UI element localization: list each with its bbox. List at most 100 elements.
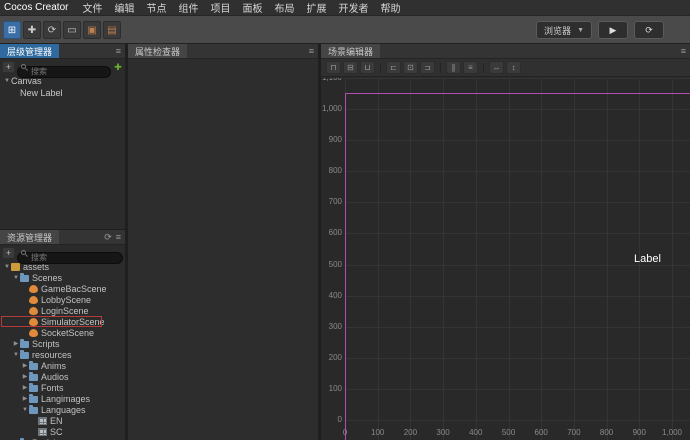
vertical-splitter[interactable] [125,44,128,440]
x-tick-label: 200 [403,428,418,437]
align-right-icon[interactable]: ⊐ [420,61,435,74]
align-left-icon[interactable]: ⊏ [386,61,401,74]
rect-tool-icon[interactable]: ▭ [63,21,81,39]
menu-item-6[interactable]: 面板 [236,0,268,15]
menu-item-1[interactable]: 文件 [76,0,108,15]
preview-target-dropdown[interactable]: 浏览器 ▼ [536,21,592,39]
menu-item-9[interactable]: 开发者 [332,0,374,15]
asset-item-languages[interactable]: ▼ Languages [0,404,125,415]
open-project-icon[interactable]: ▣ [83,21,101,39]
asset-item-simulatorscene[interactable]: SimulatorScene [0,316,125,327]
gridline-horizontal [345,420,690,421]
panel-menu-icon[interactable]: ≡ [116,232,121,242]
expand-arrow-icon[interactable]: ▶ [21,395,29,402]
create-asset-button[interactable]: + [2,247,15,259]
asset-item-scripts[interactable]: ▶ Scripts [0,338,125,349]
menu-item-4[interactable]: 组件 [172,0,204,15]
menu-item-5[interactable]: 项目 [204,0,236,15]
gridline-vertical [541,78,543,440]
refresh-button[interactable]: ⟳ [634,21,664,39]
menu-item-3[interactable]: 节点 [140,0,172,15]
item-label: GameBacScene [41,283,107,294]
scene-node-label[interactable]: Label [634,253,661,265]
asset-item-scenes[interactable]: ▼ Scenes [0,272,125,283]
vertical-splitter[interactable] [318,44,321,440]
match-height-icon[interactable]: ↕ [506,61,521,74]
item-label: Scripts [32,338,60,349]
align-bottom-icon[interactable]: ⊔ [360,61,375,74]
gridline-vertical [377,78,379,440]
create-node-button[interactable]: + [2,61,15,73]
build-icon[interactable]: ▤ [103,21,121,39]
search-icon [21,250,26,255]
move-tool-icon[interactable]: ✚ [23,21,41,39]
asset-item-langimages[interactable]: ▶ Langimages [0,393,125,404]
collapse-arrow-icon[interactable]: ▼ [12,352,20,358]
menu-item-10[interactable]: 帮助 [374,0,406,15]
asset-item-sc[interactable]: SC [0,426,125,437]
tab-inspector-label: 属性检查器 [135,46,181,57]
collapse-arrow-icon[interactable]: ▼ [3,264,11,270]
item-label: Canvas [11,76,42,86]
tab-scene[interactable]: 场景编辑器 [321,44,381,58]
asset-item-loginscene[interactable]: LoginScene [0,305,125,316]
collapse-arrow-icon[interactable]: ▼ [3,78,11,84]
tab-hierarchy-label: 层级管理器 [7,46,53,57]
horizontal-splitter[interactable] [0,229,125,230]
hierarchy-node-canvas[interactable]: ▼ Canvas [0,75,125,87]
expand-arrow-icon[interactable]: ▶ [21,362,29,369]
align-top-icon[interactable]: ⊓ [326,61,341,74]
y-tick-label: 0 [337,415,342,424]
panel-menu-icon[interactable]: ≡ [116,46,121,56]
assets-search-row: + [0,245,125,264]
asset-item-assets[interactable]: ▼ assets [0,261,125,272]
panel-menu-icon[interactable]: ≡ [309,46,314,56]
asset-item-en[interactable]: EN [0,415,125,426]
scene-bounds-top-border [345,93,690,94]
asset-item-socketscene[interactable]: SocketScene [0,327,125,338]
expand-arrow-icon[interactable]: ▶ [21,373,29,380]
scene-canvas[interactable]: Label 01002003004005006007008009001,0000… [321,78,690,440]
item-label: Audios [41,371,69,382]
tab-assets[interactable]: 资源管理器 [0,230,60,244]
quick-create-icon[interactable]: ✚ [113,62,123,73]
asset-item-anims[interactable]: ▶ Anims [0,360,125,371]
folder-icon [20,338,29,348]
x-tick-label: 1,000 [661,428,683,437]
scene-icon [29,328,38,337]
asset-item-fonts[interactable]: ▶ Fonts [0,382,125,393]
gridline-horizontal [345,388,690,390]
menu-item-8[interactable]: 扩展 [300,0,332,15]
scene-icon [29,284,38,293]
y-tick-label: 400 [328,290,342,300]
align-hcenter-icon[interactable]: ⊡ [403,61,418,74]
gridline-vertical [475,78,477,440]
align-vcenter-icon[interactable]: ⊟ [343,61,358,74]
x-tick-label: 800 [599,428,614,437]
tab-inspector[interactable]: 属性检查器 [128,44,188,58]
asset-item-lobbyscene[interactable]: LobbyScene [0,294,125,305]
menu-item-7[interactable]: 布局 [268,0,300,15]
main-toolbar: ⊞ ✚ ⟳ ▭ ▣ ▤ 浏览器 ▼ ▶ ⟳ [0,16,690,44]
hierarchy-node-new-label[interactable]: New Label [0,87,125,99]
rotate-tool-icon[interactable]: ⟳ [43,21,61,39]
tab-scene-label: 场景编辑器 [328,46,374,57]
refresh-assets-icon[interactable]: ⟳ [104,232,112,243]
match-width-icon[interactable]: ↔ [489,61,504,74]
play-button[interactable]: ▶ [598,21,628,39]
asset-item-audios[interactable]: ▶ Audios [0,371,125,382]
menu-item-2[interactable]: 编辑 [108,0,140,15]
dashboard-icon[interactable]: ⊞ [3,21,21,39]
expand-arrow-icon[interactable]: ▶ [21,384,29,391]
expand-arrow-icon[interactable]: ▶ [12,340,20,347]
folder-icon [29,360,38,370]
panel-menu-icon[interactable]: ≡ [681,46,686,56]
asset-item-gamebacscene[interactable]: GameBacScene [0,283,125,294]
distribute-vertical-icon[interactable]: ≡ [463,61,478,74]
asset-item-resources[interactable]: ▼ resources [0,349,125,360]
distribute-horizontal-icon[interactable]: ∥ [446,61,461,74]
tab-hierarchy[interactable]: 层级管理器 [0,44,60,58]
scene-icon [29,295,38,304]
collapse-arrow-icon[interactable]: ▼ [21,407,29,413]
collapse-arrow-icon[interactable]: ▼ [12,275,20,281]
